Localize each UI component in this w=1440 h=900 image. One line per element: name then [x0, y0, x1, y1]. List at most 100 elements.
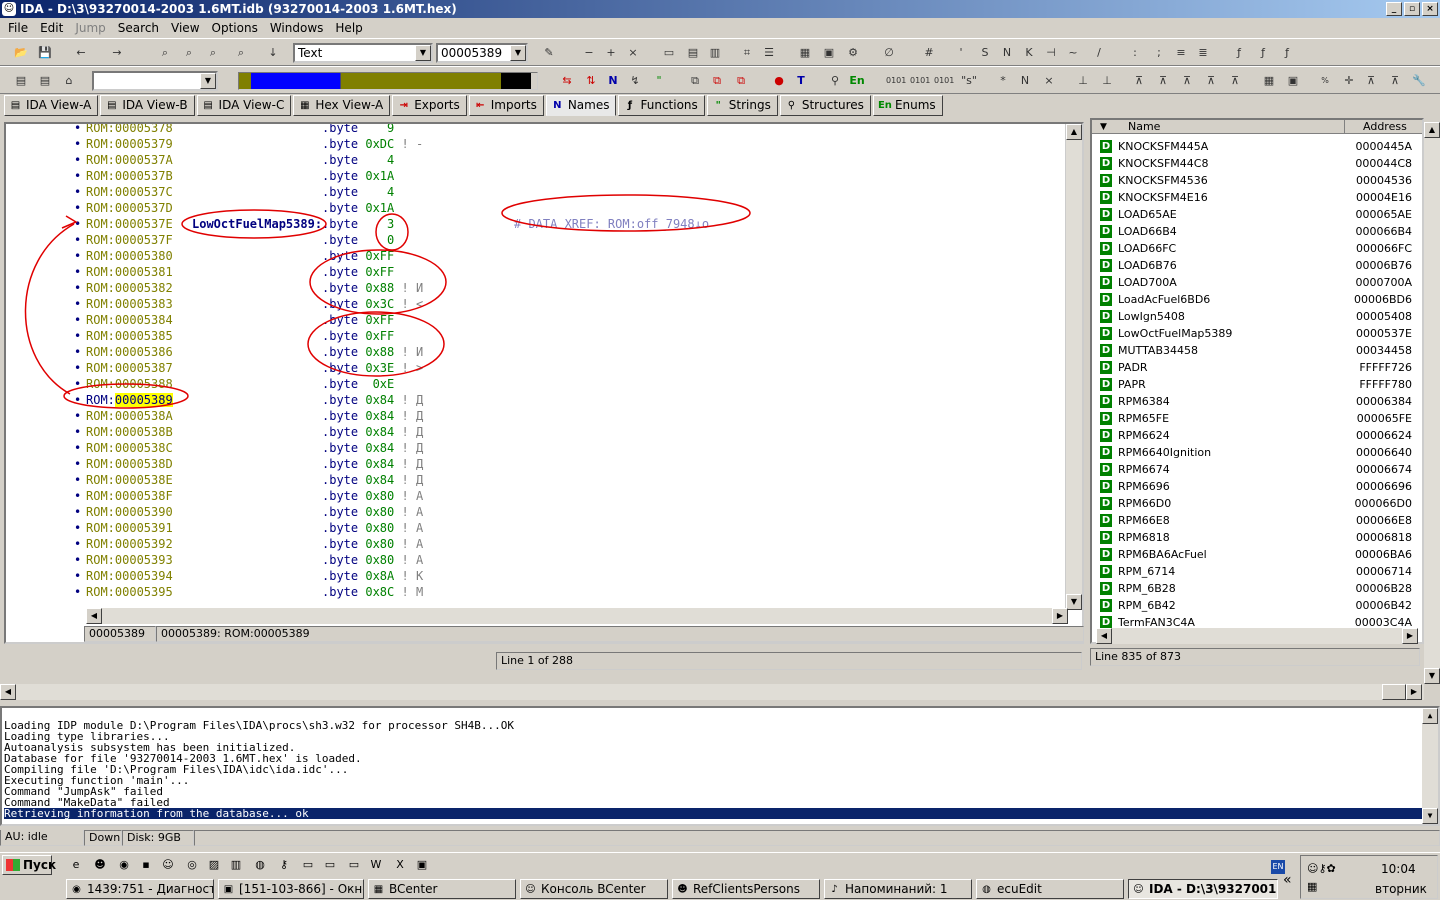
row-address[interactable]: ROM:0000537B	[86, 168, 173, 184]
scroll-down-icon[interactable]: ▼	[1066, 594, 1082, 610]
quote-icon[interactable]: "	[650, 72, 668, 90]
disasm-row[interactable]: • ROM:00005379 .byte 0xDC ! -	[6, 136, 1066, 152]
tree4-icon[interactable]: ⊼	[1202, 72, 1220, 90]
messenger-icon[interactable]: ☺	[160, 857, 176, 873]
bit-icon[interactable]: Ν	[998, 44, 1016, 62]
scroll-right-icon[interactable]: ▶	[1402, 628, 1418, 644]
tab-hex-view-a[interactable]: ▦ Hex View-A	[293, 95, 391, 116]
folder-icon[interactable]: ▭	[322, 857, 338, 873]
cross-icon[interactable]: ✛	[1340, 72, 1358, 90]
data-label[interactable]: LowOctFuelMap5389:	[192, 216, 322, 232]
minimize-button[interactable]: _	[1386, 2, 1402, 16]
t-icon[interactable]: T	[792, 72, 810, 90]
app-icon[interactable]: ◉	[116, 857, 132, 873]
names-row[interactable]: D RPM6696 00006696	[1098, 478, 1418, 495]
row-address[interactable]: ROM:0000537F	[86, 232, 173, 248]
chart2-icon[interactable]: ⊥	[1098, 72, 1116, 90]
row-address[interactable]: ROM:00005390	[86, 504, 173, 520]
names-row[interactable]: D LOAD66FC 000066FC	[1098, 240, 1418, 257]
disasm-row[interactable]: • ROM:0000537F .byte 0	[6, 232, 1066, 248]
gear-icon[interactable]: ⚙	[844, 44, 862, 62]
row-address[interactable]: ROM:0000537A	[86, 152, 173, 168]
disasm-row[interactable]: • ROM:00005385 .byte 0xFF	[6, 328, 1066, 344]
names-row[interactable]: D RPM65FE 000065FE	[1098, 410, 1418, 427]
names-vertical-scrollbar[interactable]: ▲ ▼	[1424, 122, 1440, 684]
char-icon[interactable]: '	[952, 44, 970, 62]
taskbar-item[interactable]: ◉ 1439:751 - Диагност...	[66, 879, 214, 899]
disasm-row[interactable]: • ROM:00005387 .byte 0x3E ! >	[6, 360, 1066, 376]
scroll-up-icon[interactable]: ▲	[1424, 122, 1440, 138]
row-address[interactable]: ROM:0000538D	[86, 456, 173, 472]
wrench-icon[interactable]: 🔧	[1410, 72, 1428, 90]
chevron-down-icon[interactable]: ▼	[415, 45, 431, 61]
chart-icon[interactable]: ▥	[228, 857, 244, 873]
pdf-icon[interactable]: ▨	[206, 857, 222, 873]
chrome-icon[interactable]: ◎	[184, 857, 200, 873]
scroll-left-icon[interactable]: ◀	[0, 684, 16, 700]
data-icon[interactable]: 0101	[910, 72, 930, 90]
tab-functions[interactable]: ƒ Functions	[618, 95, 705, 116]
search-binary-icon[interactable]: ⌕	[156, 44, 174, 62]
open-icon[interactable]: 📂	[12, 44, 30, 62]
excel-icon[interactable]: X	[392, 857, 408, 873]
word-icon[interactable]: W	[368, 857, 384, 873]
chevron-down-icon[interactable]: ▼	[510, 45, 526, 61]
row-address[interactable]: ROM:00005381	[86, 264, 173, 280]
semicolon-icon[interactable]: ;	[1150, 44, 1168, 62]
disasm-row[interactable]: • ROM:00005391 .byte 0x80 ! А	[6, 520, 1066, 536]
xref-comment[interactable]: # DATA XREF: ROM:off_7948↓o	[514, 216, 709, 232]
names-row[interactable]: D RPM6674 00006674	[1098, 461, 1418, 478]
row-address[interactable]: ROM:0000538E	[86, 472, 173, 488]
globe-icon[interactable]: ◍	[252, 857, 268, 873]
flow-icon[interactable]: ⇆	[558, 72, 576, 90]
percent-icon[interactable]: %	[1316, 72, 1334, 90]
scroll-thumb[interactable]	[1382, 684, 1406, 700]
find-icon[interactable]: ⌕	[232, 44, 250, 62]
tab-imports[interactable]: ⇤ Imports	[468, 95, 544, 116]
menu-options[interactable]: Options	[206, 21, 264, 35]
code-icon[interactable]: 0101	[886, 72, 906, 90]
tree6-icon[interactable]: ⊼	[1362, 72, 1380, 90]
tray-icons[interactable]: ☺⚷✿	[1307, 862, 1336, 875]
taskbar-item[interactable]: ◍ ecuEdit	[976, 879, 1124, 899]
names-row[interactable]: D KNOCKSFM445A 0000445A	[1098, 138, 1418, 155]
plus-icon[interactable]: +	[602, 44, 620, 62]
taskbar-item[interactable]: ☺ IDA - D:\3\9327001...	[1128, 879, 1278, 899]
people-icon[interactable]: ☻	[92, 857, 108, 873]
search-text-icon[interactable]: ⌕	[180, 44, 198, 62]
column-name-header[interactable]: Name	[1128, 120, 1160, 134]
window-icon[interactable]: ▭	[660, 44, 678, 62]
chevron-down-icon[interactable]: ▼	[200, 73, 216, 89]
row-address[interactable]: ROM:00005386	[86, 344, 173, 360]
disasm-row[interactable]: • ROM:00005390 .byte 0x80 ! А	[6, 504, 1066, 520]
minus-icon[interactable]: −	[580, 44, 598, 62]
row-address[interactable]: ROM:00005388	[86, 376, 173, 392]
column-address-header[interactable]: Address	[1344, 120, 1424, 134]
row-address[interactable]: ROM:00005393	[86, 552, 173, 568]
k-icon[interactable]: K	[1020, 44, 1038, 62]
back-icon[interactable]: ←	[72, 44, 90, 62]
names-row[interactable]: D RPM66E8 000066E8	[1098, 512, 1418, 529]
disasm-row[interactable]: • ROM:0000538E .byte 0x84 ! Д	[6, 472, 1066, 488]
names-horizontal-scrollbar[interactable]: ◀ ▶	[1096, 628, 1418, 644]
menu-edit[interactable]: Edit	[34, 21, 69, 35]
comment-icon[interactable]: ≡	[1172, 44, 1190, 62]
offset-icon[interactable]: ∅	[880, 44, 898, 62]
row-address[interactable]: ROM:0000537C	[86, 184, 173, 200]
tab-strings[interactable]: " Strings	[706, 95, 778, 116]
disasm-row[interactable]: • ROM:00005392 .byte 0x80 ! А	[6, 536, 1066, 552]
doc2-icon[interactable]: ▤	[36, 72, 54, 90]
jump-down-icon[interactable]: ↓	[264, 44, 282, 62]
names-row[interactable]: D KNOCKSFM4E16 00004E16	[1098, 189, 1418, 206]
row-address[interactable]: ROM:00005387	[86, 360, 173, 376]
address-select[interactable]: 00005389 ▼	[436, 43, 528, 63]
chart-icon[interactable]: ⊥	[1074, 72, 1092, 90]
names-row[interactable]: D RPM66D0 000066D0	[1098, 495, 1418, 512]
colon-icon[interactable]: :	[1126, 44, 1144, 62]
names-row[interactable]: D LowOctFuelMap5389 0000537E	[1098, 325, 1418, 342]
taskbar-item[interactable]: ♪ Напоминаний: 1	[824, 879, 972, 899]
names-row[interactable]: D LowIgn5408 00005408	[1098, 308, 1418, 325]
names-row[interactable]: D RPM6BA6AcFuel 00006BA6	[1098, 546, 1418, 563]
names-row[interactable]: D KNOCKSFM44C8 000044C8	[1098, 155, 1418, 172]
tab-structures[interactable]: ⚲ Structures	[779, 95, 871, 116]
